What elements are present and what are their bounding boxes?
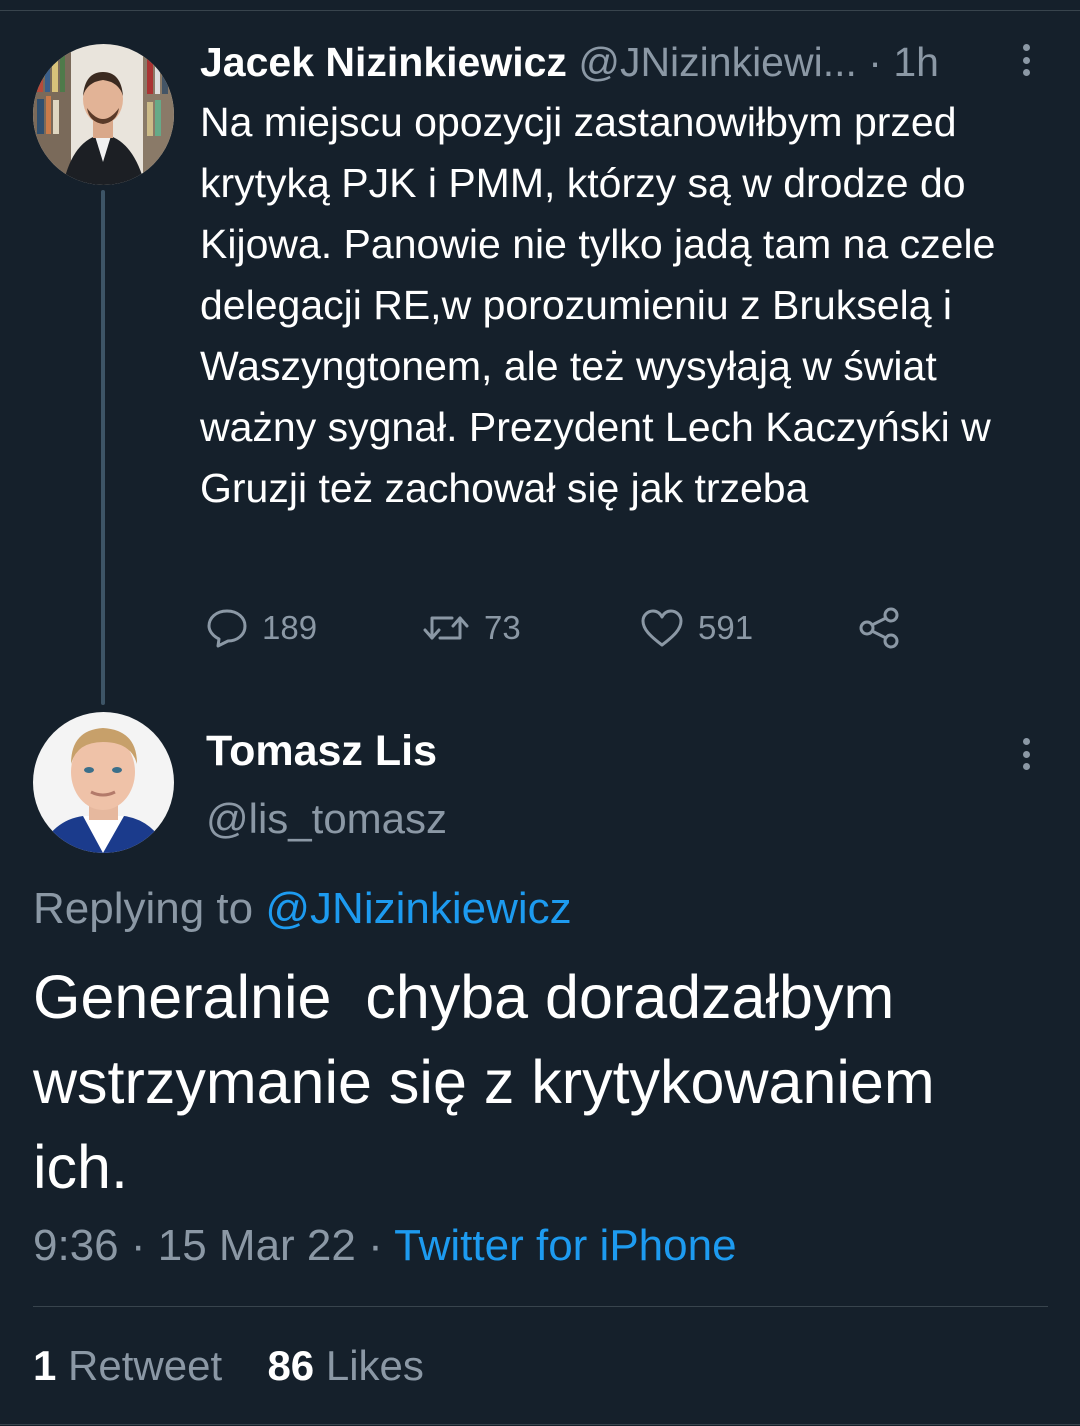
retweets-count: 1	[33, 1342, 57, 1389]
author-handle[interactable]: @JNizinkiewi...	[578, 39, 857, 85]
retweet-icon	[423, 616, 469, 640]
separator: ·	[868, 39, 894, 85]
avatar[interactable]	[33, 44, 174, 185]
replying-to-link[interactable]: @JNizinkiewicz	[265, 884, 571, 933]
share-icon	[859, 607, 899, 649]
share-button[interactable]	[858, 603, 902, 653]
parent-tweet-text: Na miejscu opozycji zastanowiłbym przed …	[200, 99, 996, 511]
like-count: 591	[698, 609, 754, 646]
thread-connector-line	[101, 190, 105, 705]
divider	[33, 1306, 1048, 1307]
like-button[interactable]: 591	[640, 603, 753, 653]
retweet-count: 73	[484, 609, 521, 646]
retweets-stat[interactable]: 1 Retweet	[33, 1342, 222, 1389]
separator: ·	[118, 1221, 158, 1270]
author-name[interactable]: Jacek Nizinkiewicz	[200, 39, 567, 85]
retweets-label: Retweet	[68, 1342, 223, 1389]
likes-stat[interactable]: 86 Likes	[267, 1342, 423, 1389]
engagement-stats: 1 Retweet 86 Likes	[33, 1338, 424, 1394]
likes-count: 86	[267, 1342, 315, 1389]
replying-prefix: Replying to	[33, 884, 254, 933]
replying-to-line: Replying to @JNizinkiewicz	[33, 882, 572, 936]
reply-count: 189	[262, 609, 318, 646]
tweet-time[interactable]: 9:36	[33, 1221, 119, 1270]
retweet-button[interactable]: 73	[422, 603, 521, 653]
tweet-source-link[interactable]: Twitter for iPhone	[394, 1221, 736, 1270]
likes-label: Likes	[325, 1342, 424, 1389]
divider	[0, 1424, 1080, 1425]
reply-button[interactable]: 189	[206, 603, 317, 653]
author-name[interactable]: Tomasz Lis	[206, 726, 437, 776]
tweet-date[interactable]: 15 Mar 22	[158, 1221, 356, 1270]
parent-tweet-header: Jacek Nizinkiewicz @JNizinkiewi... · 1h	[200, 38, 1000, 86]
more-icon[interactable]	[1020, 738, 1032, 770]
separator: ·	[355, 1221, 395, 1270]
top-divider	[0, 10, 1080, 11]
avatar[interactable]	[33, 712, 174, 853]
author-handle[interactable]: @lis_tomasz	[206, 794, 447, 844]
more-icon[interactable]	[1020, 44, 1032, 76]
tweet-time[interactable]: 1h	[893, 39, 939, 85]
like-icon	[641, 609, 683, 647]
main-tweet-text: Generalnie chyba doradzałbym wstrzymanie…	[33, 963, 952, 1201]
reply-icon	[207, 609, 247, 648]
tweet-meta: 9:36 · 15 Mar 22 · Twitter for iPhone	[33, 1218, 737, 1274]
